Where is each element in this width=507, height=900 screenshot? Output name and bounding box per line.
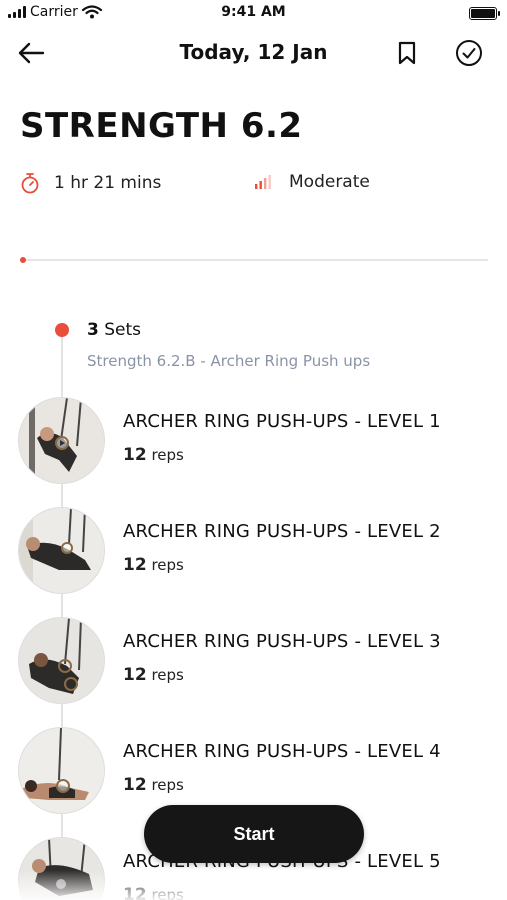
- reps-value: 12: [123, 775, 147, 795]
- reps-value: 12: [123, 665, 147, 685]
- set-count-label: Sets: [104, 320, 142, 340]
- exercise-thumbnail: [18, 617, 105, 704]
- battery-icon: [469, 7, 500, 20]
- difficulty-bars-icon: [255, 175, 271, 189]
- exercise-thumbnail: [18, 397, 105, 484]
- progress-track: [20, 259, 488, 261]
- start-button[interactable]: Start: [144, 805, 364, 863]
- complete-button[interactable]: [452, 36, 486, 70]
- bottom-fade: [0, 870, 507, 900]
- workout-progress-bar: [20, 257, 488, 263]
- status-bar: Carrier 9:41 AM: [0, 0, 507, 26]
- progress-indicator: [20, 257, 26, 263]
- duration-value: 1 hr 21 mins: [54, 173, 162, 193]
- set-marker: [55, 323, 69, 337]
- set-count: 3 Sets: [87, 320, 141, 340]
- exercise-reps: 12 reps: [123, 665, 184, 685]
- reps-value: 12: [123, 555, 147, 575]
- page-title: Today, 12 Jan: [179, 40, 328, 64]
- reps-label: reps: [151, 776, 184, 794]
- exercise-thumbnail: [18, 727, 105, 814]
- set-subtitle: Strength 6.2.B - Archer Ring Push ups: [87, 352, 371, 370]
- workout-title: STRENGTH 6.2: [20, 106, 303, 146]
- bookmark-icon: [398, 41, 416, 65]
- reps-value: 12: [123, 445, 147, 465]
- top-nav-bar: Today, 12 Jan: [0, 30, 507, 76]
- exercise-row[interactable]: ARCHER RING PUSH-UPS - LEVEL 3 12 reps: [0, 617, 507, 709]
- exercise-reps: 12 reps: [123, 555, 184, 575]
- workout-meta: 1 hr 21 mins Moderate: [0, 172, 507, 198]
- exercise-reps: 12 reps: [123, 775, 184, 795]
- difficulty: Moderate: [253, 172, 370, 192]
- exercise-thumbnail: [18, 507, 105, 594]
- difficulty-value: Moderate: [289, 172, 370, 192]
- reps-label: reps: [151, 446, 184, 464]
- bookmark-button[interactable]: [392, 36, 422, 70]
- exercise-name: ARCHER RING PUSH-UPS - LEVEL 2: [123, 521, 441, 542]
- exercise-reps: 12 reps: [123, 445, 184, 465]
- back-arrow-icon: [18, 42, 45, 64]
- stopwatch-icon: [21, 173, 39, 194]
- status-time: 9:41 AM: [221, 4, 286, 20]
- exercise-row[interactable]: ARCHER RING PUSH-UPS - LEVEL 1 12 reps: [0, 397, 507, 489]
- reps-label: reps: [151, 556, 184, 574]
- exercise-name: ARCHER RING PUSH-UPS - LEVEL 3: [123, 631, 441, 652]
- duration: 1 hr 21 mins: [20, 172, 161, 194]
- check-circle-icon: [456, 40, 482, 66]
- exercise-name: ARCHER RING PUSH-UPS - LEVEL 4: [123, 741, 441, 762]
- back-button[interactable]: [14, 36, 48, 70]
- reps-label: reps: [151, 666, 184, 684]
- exercise-row[interactable]: ARCHER RING PUSH-UPS - LEVEL 2 12 reps: [0, 507, 507, 599]
- exercise-name: ARCHER RING PUSH-UPS - LEVEL 1: [123, 411, 441, 432]
- set-count-number: 3: [87, 320, 99, 340]
